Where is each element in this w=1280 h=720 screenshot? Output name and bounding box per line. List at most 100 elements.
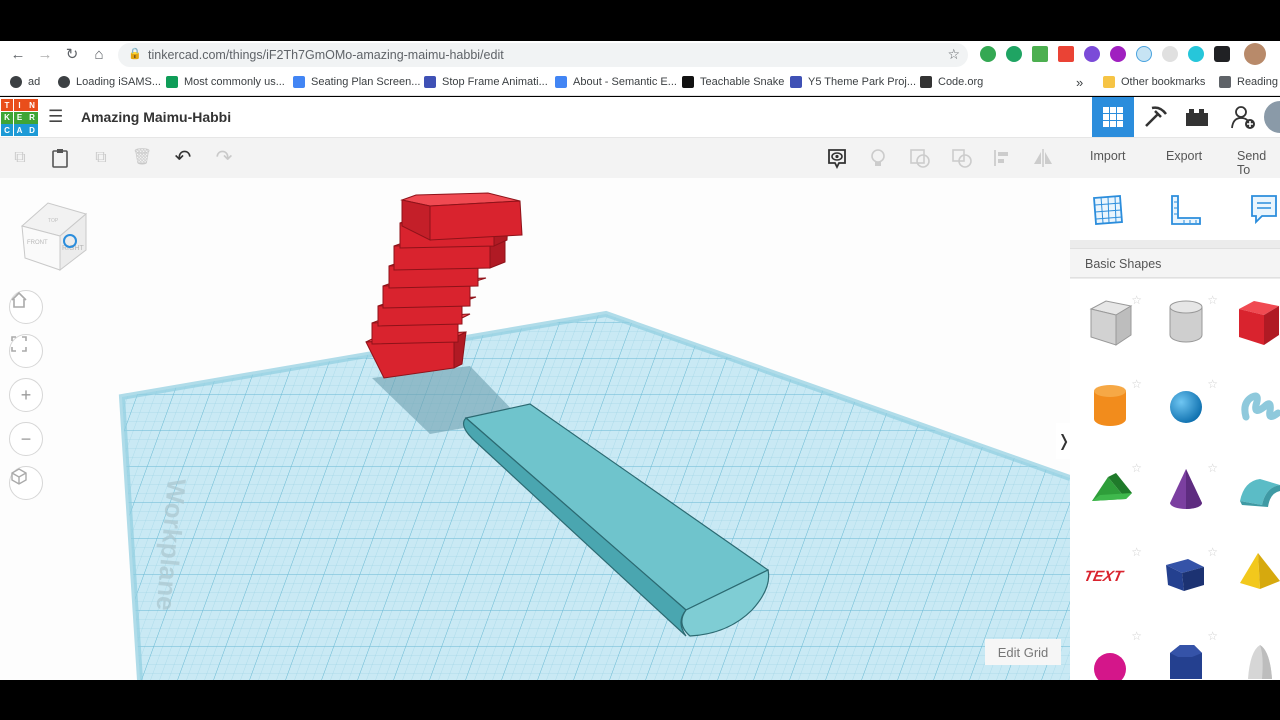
- extension-icon[interactable]: [1058, 46, 1074, 62]
- fit-all-icon: [11, 336, 27, 352]
- grammarly-icon[interactable]: [1006, 46, 1022, 62]
- shape-text[interactable]: TEXT ☆: [1082, 545, 1142, 605]
- extension-icon[interactable]: [1136, 46, 1152, 62]
- ruler-tool-icon[interactable]: [1168, 192, 1204, 228]
- tinkercad-logo[interactable]: TIN KER CAD: [1, 99, 38, 136]
- shape-box[interactable]: [1234, 297, 1280, 353]
- logo-letter: R: [26, 111, 38, 124]
- other-bookmarks[interactable]: Other bookmarks: [1103, 74, 1205, 90]
- favorite-star-icon[interactable]: ☆: [1131, 293, 1142, 307]
- design-name[interactable]: Amazing Maimu-Habbi: [81, 109, 231, 125]
- favorite-star-icon[interactable]: ☆: [1131, 545, 1142, 559]
- bookmark-item[interactable]: Y5 Theme Park Proj...: [790, 74, 916, 90]
- bookmark-item[interactable]: Most commonly us...: [166, 74, 285, 90]
- group-icon[interactable]: [909, 148, 930, 168]
- bookmark-star-icon[interactable]: ☆: [947, 46, 960, 63]
- edit-toolbar: ⧉ ⧉ 🗑 ↶ ↷: [0, 138, 1070, 178]
- logo-letter: N: [26, 99, 38, 111]
- 3d-design-view-button[interactable]: [1092, 97, 1134, 137]
- workplane-tool-icon[interactable]: [1090, 192, 1126, 228]
- add-user-button[interactable]: [1222, 97, 1264, 137]
- extension-icon[interactable]: [1162, 46, 1178, 62]
- minus-icon: −: [20, 428, 32, 449]
- svg-text:TEXT: TEXT: [1086, 568, 1126, 585]
- bookmark-item[interactable]: About - Semantic E...: [555, 74, 677, 90]
- reload-icon[interactable]: ↻: [62, 45, 82, 65]
- align-icon[interactable]: [992, 148, 1012, 168]
- collapse-panel-chevron-icon[interactable]: ❭: [1056, 423, 1070, 459]
- extension-icon[interactable]: [1084, 46, 1100, 62]
- favorite-star-icon[interactable]: ☆: [1207, 461, 1218, 475]
- ortho-view-button[interactable]: [9, 466, 43, 500]
- shape-round-roof[interactable]: [1234, 465, 1280, 521]
- bookmark-item[interactable]: Loading iSAMS...: [58, 74, 161, 90]
- shapes-panel: Basic Shapes ☆ ☆ ☆ ☆ ☆ ☆ TEXT ☆ ☆ ☆ ☆: [1070, 178, 1280, 685]
- blocks-view-button[interactable]: [1134, 97, 1176, 137]
- extension-icon[interactable]: [1110, 46, 1126, 62]
- favorite-star-icon[interactable]: ☆: [1207, 545, 1218, 559]
- shape-category-label[interactable]: Basic Shapes: [1085, 257, 1161, 271]
- extension-icon[interactable]: [1032, 46, 1048, 62]
- view-cube-top: TOP: [48, 218, 59, 224]
- redo-icon[interactable]: ↷: [214, 148, 234, 168]
- shape-box-striped[interactable]: ☆: [1086, 293, 1142, 353]
- logo-letter: I: [13, 99, 26, 111]
- paste-icon[interactable]: [50, 148, 70, 168]
- shape-cone[interactable]: ☆: [1162, 461, 1218, 521]
- edit-grid-button[interactable]: Edit Grid: [985, 639, 1061, 665]
- puzzle-icon[interactable]: [1214, 46, 1230, 62]
- shape-scribble[interactable]: [1234, 381, 1280, 437]
- copy-icon[interactable]: ⧉: [10, 148, 30, 168]
- mirror-icon[interactable]: [1032, 148, 1052, 168]
- fit-view-button[interactable]: [9, 334, 43, 368]
- bookmark-item[interactable]: Teachable Snake: [682, 74, 784, 90]
- show-all-icon[interactable]: [826, 147, 846, 170]
- shape-roof[interactable]: ☆: [1086, 461, 1142, 521]
- address-bar[interactable]: 🔒 tinkercad.com/things/iF2Th7GmOMo-amazi…: [118, 43, 968, 67]
- shape-cylinder[interactable]: ☆: [1086, 377, 1142, 437]
- pickaxe-icon: [1145, 106, 1167, 127]
- home-view-button[interactable]: [9, 290, 43, 324]
- extension-icon[interactable]: [1188, 46, 1204, 62]
- forward-icon[interactable]: →: [35, 45, 55, 65]
- design-list-icon[interactable]: ☰: [48, 107, 68, 127]
- extension-icon[interactable]: [980, 46, 996, 62]
- favorite-star-icon[interactable]: ☆: [1131, 461, 1142, 475]
- profile-avatar[interactable]: [1244, 43, 1266, 65]
- bookmarks-overflow[interactable]: »: [1076, 74, 1083, 90]
- zoom-in-button[interactable]: +: [9, 378, 43, 412]
- shape-pyramid[interactable]: [1234, 549, 1280, 605]
- favorite-star-icon[interactable]: ☆: [1207, 293, 1218, 307]
- user-avatar[interactable]: [1262, 99, 1280, 135]
- import-export-bar: Import Export Send To: [1070, 138, 1280, 178]
- favorite-star-icon[interactable]: ☆: [1207, 377, 1218, 391]
- shape-sphere[interactable]: ☆: [1162, 377, 1218, 437]
- reading-list[interactable]: Reading l: [1219, 74, 1280, 90]
- notes-bulb-icon[interactable]: [868, 148, 888, 168]
- workplane-viewport[interactable]: Workplane FRONT RIGHT TOP + − Edit Grid …: [0, 178, 1070, 680]
- duplicate-icon[interactable]: ⧉: [91, 148, 111, 168]
- favorite-star-icon[interactable]: ☆: [1131, 377, 1142, 391]
- notes-tool-icon[interactable]: [1248, 192, 1280, 228]
- back-icon[interactable]: ←: [8, 45, 28, 65]
- ungroup-icon[interactable]: [951, 148, 972, 168]
- bookmark-item[interactable]: ad: [10, 74, 40, 90]
- plus-icon: +: [20, 384, 32, 405]
- favorite-star-icon[interactable]: ☆: [1207, 629, 1218, 643]
- bricks-view-button[interactable]: [1176, 97, 1218, 137]
- zoom-out-button[interactable]: −: [9, 422, 43, 456]
- delete-icon[interactable]: 🗑: [132, 148, 152, 168]
- bookmark-item[interactable]: Stop Frame Animati...: [424, 74, 548, 90]
- view-cube[interactable]: FRONT RIGHT TOP: [20, 202, 88, 272]
- home-icon[interactable]: ⌂: [89, 45, 109, 65]
- bookmark-item[interactable]: Code.org: [920, 74, 983, 90]
- import-button[interactable]: Import: [1090, 149, 1125, 163]
- shape-cylinder-striped[interactable]: ☆: [1162, 293, 1218, 353]
- shape-cube-blue[interactable]: ☆: [1162, 545, 1218, 605]
- workplane-scene[interactable]: Workplane FRONT RIGHT TOP: [0, 178, 1070, 680]
- send-to-button[interactable]: Send To: [1237, 149, 1280, 177]
- export-button[interactable]: Export: [1166, 149, 1202, 163]
- bookmark-item[interactable]: Seating Plan Screen...: [293, 74, 420, 90]
- undo-icon[interactable]: ↶: [173, 148, 193, 168]
- favorite-star-icon[interactable]: ☆: [1131, 629, 1142, 643]
